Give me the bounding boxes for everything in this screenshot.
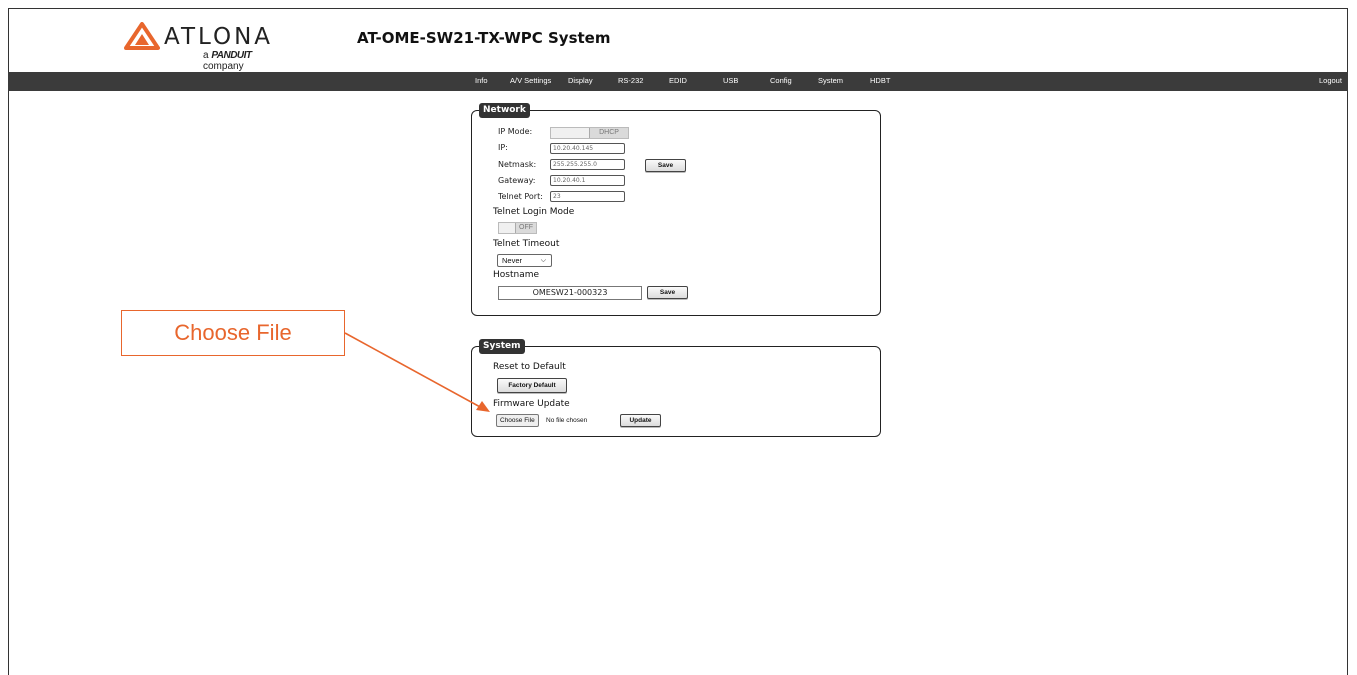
nav-item-display[interactable]: Display <box>568 76 593 85</box>
top-navbar: Info A/V Settings Display RS-232 EDID US… <box>8 72 1348 91</box>
logo-tagline: a PANDUIT company <box>203 50 294 72</box>
telnet-timeout-value: Never <box>502 256 523 265</box>
no-file-chosen-text: No file chosen <box>546 417 588 424</box>
telnet-timeout-label: Telnet Timeout <box>493 239 560 249</box>
nav-item-system[interactable]: System <box>818 76 843 85</box>
hostname-label: Hostname <box>493 270 540 280</box>
nav-item-hdbt[interactable]: HDBT <box>870 76 890 85</box>
nav-item-info[interactable]: Info <box>475 76 488 85</box>
gateway-field[interactable]: 10.20.40.1 <box>550 175 625 186</box>
telnet-port-label: Telnet Port: <box>498 192 543 201</box>
network-legend: Network <box>479 103 530 118</box>
page-title: AT-OME-SW21-TX-WPC System <box>357 29 611 47</box>
ip-mode-toggle[interactable]: DHCP <box>550 127 629 139</box>
ip-label: IP: <box>498 143 508 152</box>
chevron-down-icon: ⌵ <box>540 257 546 264</box>
hostname-field[interactable]: OMESW21-000323 <box>498 286 642 300</box>
network-save-button[interactable]: Save <box>645 159 686 172</box>
nav-item-av-settings[interactable]: A/V Settings <box>510 76 551 85</box>
ip-mode-value: DHCP <box>589 128 628 138</box>
tagline-prefix: a <box>203 50 209 61</box>
netmask-field[interactable]: 255.255.255.0 <box>550 159 625 170</box>
netmask-label: Netmask: <box>498 160 537 169</box>
gateway-label: Gateway: <box>498 176 536 185</box>
ip-mode-label: IP Mode: <box>498 127 533 136</box>
ip-field[interactable]: 10.20.40.145 <box>550 143 625 154</box>
telnet-login-mode-label: Telnet Login Mode <box>493 207 575 217</box>
nav-item-config[interactable]: Config <box>770 76 792 85</box>
telnet-login-mode-toggle[interactable]: OFF <box>498 222 537 234</box>
firmware-update-label: Firmware Update <box>493 399 570 409</box>
tagline-brand: PANDUIT <box>211 50 252 61</box>
hostname-save-button[interactable]: Save <box>647 286 688 299</box>
reset-to-default-label: Reset to Default <box>493 362 566 372</box>
choose-file-button[interactable]: Choose File <box>496 414 539 427</box>
telnet-login-mode-value: OFF <box>515 223 536 233</box>
nav-item-edid[interactable]: EDID <box>669 76 687 85</box>
choose-file-callout: Choose File <box>121 310 345 356</box>
atlona-logo: ATLONA a PANDUIT company <box>124 22 294 72</box>
tagline-suffix: company <box>203 61 244 72</box>
update-button[interactable]: Update <box>620 414 661 427</box>
atlona-logo-icon <box>124 22 160 50</box>
factory-default-button[interactable]: Factory Default <box>497 378 567 393</box>
logout-link[interactable]: Logout <box>1319 76 1342 85</box>
telnet-timeout-select[interactable]: Never ⌵ <box>497 254 552 267</box>
nav-item-rs232[interactable]: RS-232 <box>618 76 643 85</box>
nav-item-usb[interactable]: USB <box>723 76 738 85</box>
telnet-port-field[interactable]: 23 <box>550 191 625 202</box>
logo-wordmark: ATLONA <box>164 24 274 50</box>
system-legend: System <box>479 339 525 354</box>
